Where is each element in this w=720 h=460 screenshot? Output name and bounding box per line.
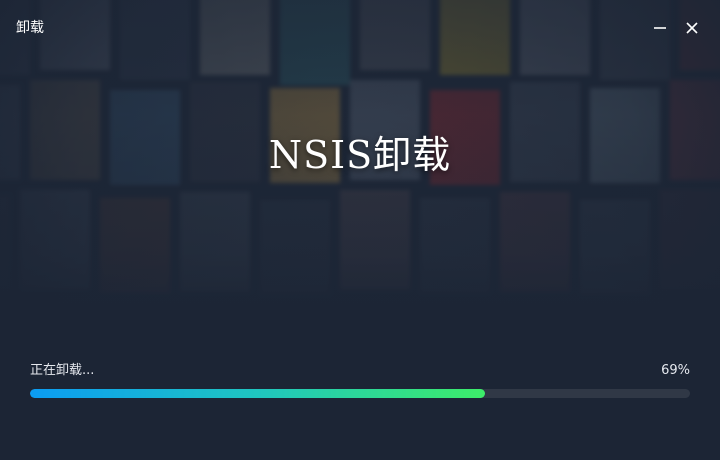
uninstaller-window: 卸载 NSIS卸载 正在卸载... 69% xyxy=(0,0,720,460)
hero-title: NSIS卸载 xyxy=(268,133,452,177)
minimize-icon xyxy=(654,27,666,29)
minimize-button[interactable] xyxy=(648,16,672,40)
close-button[interactable] xyxy=(680,16,704,40)
window-title: 卸载 xyxy=(16,20,44,36)
close-icon xyxy=(686,22,698,34)
progress-percent-text: 69% xyxy=(661,363,690,378)
progress-bar-track xyxy=(30,389,690,398)
progress-bar-fill xyxy=(30,389,486,398)
title-bar[interactable]: 卸载 xyxy=(0,0,720,56)
progress-status-text: 正在卸载... xyxy=(30,363,95,378)
